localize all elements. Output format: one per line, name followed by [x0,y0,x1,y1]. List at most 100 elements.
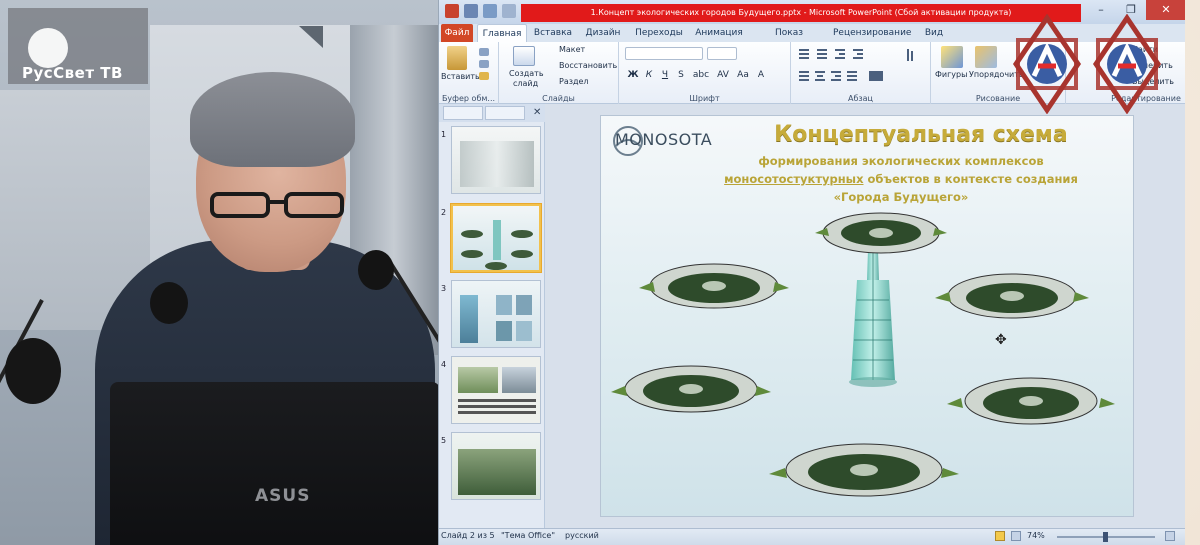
bold-button[interactable]: Ж [627,70,639,80]
tab-insert[interactable]: Вставка [531,24,575,42]
paragraph-buttons-icon[interactable] [799,47,923,87]
sorter-view-icon[interactable] [1011,531,1021,541]
subtitle-rest: объектов в контексте создания [863,172,1078,186]
cut-icon[interactable] [479,48,489,56]
microphone-icon [358,250,394,290]
slide-thumbnail-3[interactable] [451,280,541,348]
paragraph-label: Абзац [847,94,873,103]
slides-label: Слайды [542,94,575,103]
new-slide-button[interactable]: Создать [509,69,544,78]
microphone-stand [0,299,44,522]
slide-subtitle-3[interactable]: «Города Будущего» [701,190,1101,204]
font-format-buttons: Ж К Ч S abc AV Aa A [627,70,767,80]
fit-window-icon[interactable] [1165,531,1175,541]
tab-design[interactable]: Дизайн [581,24,625,42]
eco-module-lower-left [611,365,771,413]
redo-icon[interactable] [502,4,516,18]
slide-thumbnail-2[interactable] [451,204,541,272]
reset-button[interactable]: Восстановить [559,61,617,70]
tab-transitions[interactable]: Переходы [633,24,685,42]
font-color-button[interactable]: A [755,70,767,80]
shapes-button[interactable]: Фигуры [935,70,967,79]
slide-thumbnail-1[interactable] [451,126,541,194]
sun-icon [28,28,68,68]
eco-module-upper-right [935,273,1089,319]
slides-pane: ✕ 1 2 3 4 5 [439,104,545,528]
paste-button[interactable]: Вставить [441,72,480,81]
video-frame: ASUS РусСвет ТВ 1.Концепт экологических … [0,0,1200,545]
move-cursor-icon: ✥ [995,332,1007,348]
thumbnail-number: 2 [441,208,447,217]
eco-module-lower-right [947,377,1115,425]
normal-view-icon[interactable] [995,531,1005,541]
underline-button[interactable]: Ч [659,70,671,80]
slide-counter: Слайд 2 из 5 [441,531,495,540]
zoom-level: 74% [1027,531,1045,540]
tab-home[interactable]: Главная [477,24,527,42]
channel-watermark: РусСвет ТВ [8,8,148,84]
glasses-icon [210,192,344,218]
eco-module-top [815,212,947,254]
subtitle-underlined: моносотостуктурных [724,172,864,186]
status-bar: Слайд 2 из 5 "Тема Office" русский 74% [439,528,1185,545]
case-button[interactable]: Aa [735,70,751,80]
section-button[interactable]: Раздел [559,77,589,86]
clipboard-group: Вставить Буфер обм... [439,42,499,104]
italic-button[interactable]: К [643,70,655,80]
arrange-icon[interactable] [975,46,997,68]
microphone-icon [5,338,61,404]
close-pane-icon[interactable]: ✕ [533,107,541,118]
shadow-button[interactable]: S [675,70,687,80]
copy-icon[interactable] [479,60,489,68]
thumbnail-number: 4 [441,360,447,369]
window-title: 1.Концепт экологических городов Будущего… [521,4,1081,22]
clipboard-label: Буфер обм... [441,94,496,103]
font-group: Ж К Ч S abc AV Aa A Шрифт [619,42,791,104]
slide-subtitle-2[interactable]: моносотостуктурных объектов в контексте … [701,172,1101,186]
tab-view[interactable]: Вид [919,24,949,42]
channel-name: РусСвет ТВ [22,64,123,82]
new-slide-button-2[interactable]: слайд [513,79,538,88]
slides-tab[interactable] [443,106,483,120]
slide-workspace[interactable]: MONOSOTA Концептуальная схема формирован… [545,104,1185,528]
new-slide-icon[interactable] [513,46,535,66]
slide-thumbnail-4[interactable] [451,356,541,424]
font-label: Шрифт [689,94,720,103]
undo-icon[interactable] [483,4,497,18]
quick-access-toolbar [445,4,516,18]
thumbnail-number: 5 [441,436,447,445]
theme-name: "Тема Office" [501,531,555,540]
arrow-sign-icon [299,26,323,48]
spacing-button[interactable]: AV [715,70,731,80]
outline-tab[interactable] [485,106,525,120]
slides-group: Создать слайд Макет Восстановить Раздел … [499,42,619,104]
shapes-icon[interactable] [941,46,963,68]
tab-review[interactable]: Рецензирование [833,24,911,42]
laptop-brand: ASUS [255,486,311,506]
pane-tabs: ✕ [439,104,545,122]
thumbnail-number: 3 [441,284,447,293]
tab-slideshow[interactable]: Показ слайдов [755,24,823,56]
paste-icon[interactable] [447,46,467,70]
laptop [110,382,438,545]
emblem-logo-icon [1012,14,1082,114]
strikethrough-button[interactable]: abc [691,70,711,80]
tab-animation[interactable]: Анимация [693,24,745,42]
slide-subtitle-1[interactable]: формирования экологических комплексов [701,154,1101,168]
format-painter-icon[interactable] [479,72,489,80]
font-size-select[interactable] [707,47,737,60]
font-name-select[interactable] [625,47,703,60]
powerpoint-icon[interactable] [445,4,459,18]
monosota-logo: MONOSOTA [615,130,713,149]
slide-title[interactable]: Концептуальная схема [731,122,1111,147]
emblem-logo-icon [1092,14,1162,114]
zoom-slider-thumb[interactable] [1103,532,1108,542]
camera-view: ASUS РусСвет ТВ [0,0,438,545]
slide-thumbnail-5[interactable] [451,432,541,500]
current-slide[interactable]: MONOSOTA Концептуальная схема формирован… [601,116,1133,516]
language[interactable]: русский [565,531,599,540]
microphone-icon [150,282,188,324]
tab-file[interactable]: Файл [441,24,473,42]
layout-button[interactable]: Макет [559,45,585,54]
save-icon[interactable] [464,4,478,18]
